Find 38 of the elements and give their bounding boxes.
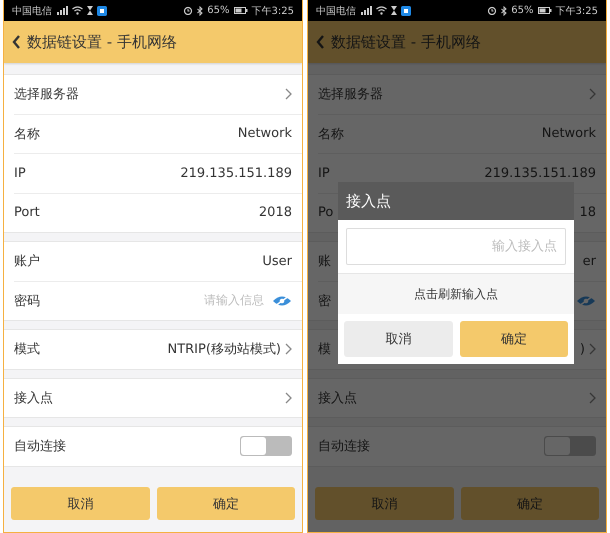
row-label: 账 — [318, 253, 331, 270]
battery-percent: 65% — [511, 5, 534, 16]
clock: 下午3:25 — [252, 4, 294, 18]
row-label: 选择服务器 — [318, 86, 383, 104]
row-label: 密 — [318, 292, 331, 310]
row-label: 自动连接 — [318, 438, 370, 456]
row-label: Port — [14, 205, 40, 220]
row-value: er — [582, 254, 596, 269]
row-label: 选择服务器 — [14, 86, 79, 104]
row-value: User — [262, 254, 292, 269]
row-value: 18 — [579, 205, 596, 220]
row-value: 2018 — [258, 205, 292, 220]
row-label: IP — [14, 166, 26, 181]
dialog-title: 接入点 — [338, 182, 574, 220]
row-value: 219.135.151.189 — [484, 166, 596, 181]
row-label: 密码 — [14, 292, 40, 310]
row-label: 名称 — [318, 126, 344, 143]
row-value: Network — [542, 126, 596, 142]
password-placeholder: 请输入信息 — [204, 292, 264, 310]
clock: 下午3:25 — [556, 4, 598, 18]
row-label: IP — [318, 166, 330, 181]
header-title: 数据链设置 - 手机网络 — [27, 32, 177, 52]
row-label: 名称 — [14, 126, 40, 143]
carrier-label: 中国电信 — [12, 4, 52, 18]
row-label: Po — [318, 205, 334, 220]
battery-percent: 65% — [207, 5, 230, 16]
row-value: 219.135.151.189 — [180, 166, 292, 181]
row-label: 接入点 — [318, 390, 357, 407]
row-value: Network — [238, 126, 292, 142]
carrier-label: 中国电信 — [316, 4, 356, 18]
header-title: 数据链设置 - 手机网络 — [331, 32, 481, 52]
row-label: 模 — [318, 341, 331, 358]
row-label: 账户 — [14, 253, 40, 270]
row-label: 接入点 — [14, 390, 53, 407]
row-value: ) — [580, 342, 585, 357]
row-label: 自动连接 — [14, 438, 66, 456]
row-label: 模式 — [14, 341, 40, 358]
row-value: NTRIP(移动站模式) — [167, 341, 281, 358]
